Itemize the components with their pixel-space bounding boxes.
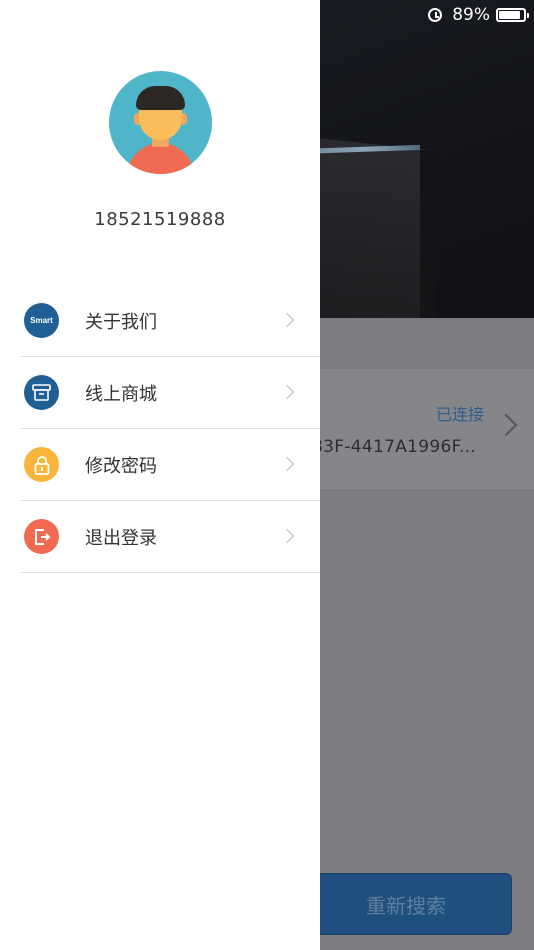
- status-bar: 89%: [314, 0, 534, 30]
- menu-item-label: 修改密码: [85, 455, 157, 477]
- chevron-right-icon: [279, 456, 295, 472]
- smart-logo-text: Smart: [30, 316, 53, 325]
- drawer-menu: Smart 关于我们 线上商城 修改密码 退出登录: [21, 285, 320, 573]
- chevron-right-icon: [494, 413, 518, 437]
- lock-icon: [24, 447, 59, 482]
- logout-glyph: [34, 528, 50, 545]
- menu-item-logout[interactable]: 退出登录: [21, 501, 320, 573]
- menu-item-label: 退出登录: [85, 527, 157, 549]
- shop-glyph: [32, 384, 51, 401]
- device-id: 83F-4417A1996F...: [312, 437, 477, 457]
- menu-item-label: 线上商城: [85, 383, 157, 405]
- chevron-right-icon: [279, 384, 295, 400]
- menu-item-label: 关于我们: [85, 311, 157, 333]
- avatar-shirt: [127, 143, 194, 174]
- chevron-right-icon: [279, 312, 295, 328]
- logout-icon: [24, 519, 59, 554]
- alarm-clock-icon: [428, 8, 443, 22]
- shop-icon: [24, 375, 59, 410]
- user-avatar[interactable]: [109, 71, 212, 174]
- smart-logo-icon: Smart: [24, 303, 59, 338]
- research-button[interactable]: 重新搜索: [300, 873, 512, 935]
- menu-item-about-us[interactable]: Smart 关于我们: [21, 285, 320, 357]
- side-drawer: 18521519888 Smart 关于我们 线上商城 修改密码 退出登录: [0, 0, 320, 950]
- user-phone-number: 18521519888: [94, 209, 226, 230]
- battery-icon: [496, 8, 529, 22]
- battery-percent: 89%: [452, 5, 490, 25]
- device-status: 已连接: [435, 405, 484, 424]
- battery-fill: [499, 11, 521, 19]
- router-side: [420, 150, 436, 318]
- menu-item-online-shop[interactable]: 线上商城: [21, 357, 320, 429]
- avatar-hair: [136, 86, 185, 110]
- lock-glyph: [34, 455, 49, 475]
- menu-item-change-password[interactable]: 修改密码: [21, 429, 320, 501]
- chevron-right-icon: [279, 528, 295, 544]
